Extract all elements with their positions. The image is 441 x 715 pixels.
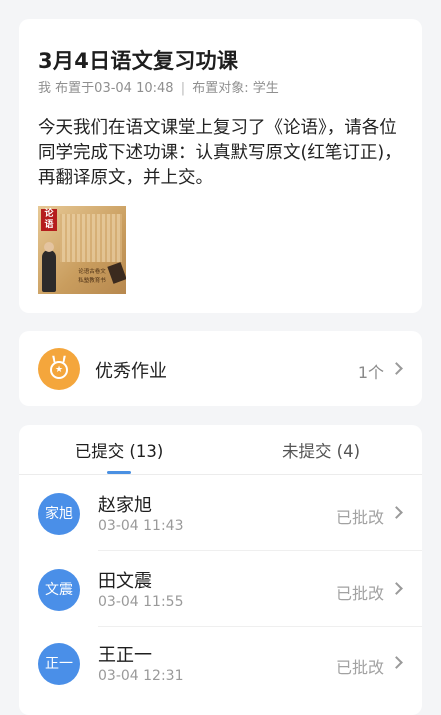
assignment-meta: 我 布置于03-04 10:48 | 布置对象: 学生 (38, 77, 279, 96)
attachment-image[interactable]: 论语 论语古卷文 私塾教育书 (38, 206, 126, 294)
assignment-card: 3月4日语文复习功课 我 布置于03-04 10:48 | 布置对象: 学生 今… (19, 19, 422, 313)
assignment-title: 3月4日语文复习功课 (38, 49, 239, 73)
chevron-right-icon (390, 656, 403, 669)
meta-separator: | (180, 81, 186, 96)
tab-submitted[interactable]: 已提交 (13) (19, 438, 219, 474)
medal-icon: ★ (38, 348, 80, 390)
posted-time: 03-04 10:48 (94, 81, 174, 96)
author-label: 我 (38, 81, 52, 96)
excellent-count: 1个 (357, 363, 384, 382)
submission-row[interactable]: 家旭 赵家旭 03-04 11:43 已批改 (19, 475, 422, 551)
grade-status: 已批改 (335, 508, 384, 527)
medal-star: ★ (50, 361, 68, 379)
chevron-right-icon (390, 582, 403, 595)
grade-status: 已批改 (335, 658, 384, 677)
attachment-caption: 论语古卷文 私塾教育书 (72, 268, 112, 286)
student-name: 田文震 (98, 571, 152, 592)
submit-time: 03-04 11:55 (98, 594, 184, 610)
target-label: 布置对象: 学生 (192, 81, 279, 96)
student-name: 赵家旭 (98, 495, 152, 516)
posted-prefix: 布置于 (55, 81, 95, 96)
submissions-card: 已提交 (13) 未提交 (4) 家旭 赵家旭 03-04 11:43 已批改 … (19, 425, 422, 715)
avatar: 文震 (38, 569, 80, 611)
grade-status: 已批改 (335, 584, 384, 603)
seal-stamp: 论语 (41, 209, 57, 231)
excellent-label: 优秀作业 (95, 361, 167, 382)
chevron-right-icon (390, 362, 403, 375)
scroll-illustration (60, 214, 122, 262)
avatar: 正一 (38, 643, 80, 685)
submission-row[interactable]: 正一 王正一 03-04 12:31 已批改 (19, 625, 422, 701)
excellent-homework-row[interactable]: ★ 优秀作业 1个 (19, 331, 422, 406)
student-name: 王正一 (98, 645, 152, 666)
assignment-body: 今天我们在语文课堂上复习了《论语》，请各位同学完成下述功课：认真默写原文(红笔订… (38, 118, 402, 188)
scholar-figure (42, 242, 56, 292)
avatar: 家旭 (38, 493, 80, 535)
submit-time: 03-04 11:43 (98, 518, 184, 534)
submission-row[interactable]: 文震 田文震 03-04 11:55 已批改 (19, 551, 422, 627)
caption-line-1: 论语古卷文 (78, 269, 106, 275)
tab-not-submitted[interactable]: 未提交 (4) (221, 438, 421, 474)
submit-time: 03-04 12:31 (98, 668, 184, 684)
caption-line-2: 私塾教育书 (78, 278, 106, 284)
chevron-right-icon (390, 506, 403, 519)
